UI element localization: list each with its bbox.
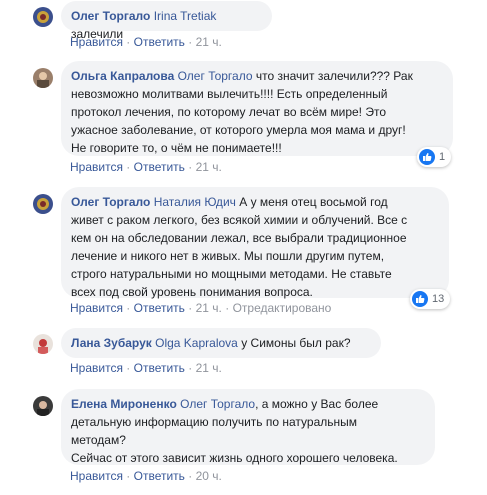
avatar-lana-icon[interactable]	[33, 334, 53, 354]
separator-dot: ·	[126, 160, 131, 174]
comment-time[interactable]: 21 ч.	[196, 160, 222, 174]
comment-line: детальную информацию получить по натурал…	[71, 415, 358, 429]
separator-dot: ·	[126, 35, 131, 49]
comment-actions: Нравится · Ответить · 20 ч.	[70, 469, 222, 483]
comment-time[interactable]: 21 ч.	[196, 361, 222, 375]
comment-bubble: Елена Мироненко Олег Торгало, а можно у …	[61, 389, 435, 465]
like-link[interactable]: Нравится	[70, 469, 123, 483]
avatar-oleg-icon[interactable]	[33, 194, 53, 214]
comment-text: , а можно у Вас более	[255, 397, 379, 411]
comment-actions: Нравится · Ответить · 21 ч.	[70, 35, 222, 49]
comment-line: лечение и никого нет в живых. Мы пошли д…	[71, 249, 385, 263]
comment-bubble: Олег Торгало Irina Tretiak залечили	[61, 1, 272, 41]
comment-mention[interactable]: Наталия Юдич	[154, 195, 236, 209]
reply-link[interactable]: Ответить	[134, 361, 185, 375]
like-link[interactable]: Нравится	[70, 160, 123, 174]
avatar-olga-icon[interactable]	[33, 68, 53, 88]
reply-link[interactable]: Ответить	[134, 301, 185, 315]
comment-actions: Нравится · Ответить · 21 ч.	[70, 160, 222, 174]
avatar-elena-icon[interactable]	[33, 396, 53, 416]
separator-dot: ·	[188, 35, 193, 49]
comment-line: невозможно молитвами вылечить!!!! Есть о…	[71, 87, 388, 101]
comment-line: строго натуральными но мощными методами.…	[71, 267, 392, 281]
edited-label[interactable]: Отредактировано	[233, 301, 332, 315]
comment-text: у Симоны был рак?	[241, 336, 351, 350]
comment-line: ужасное заболевание, от которого умерла …	[71, 123, 406, 137]
comment-time[interactable]: 21 ч.	[196, 301, 222, 315]
separator-dot: ·	[126, 469, 131, 483]
separator-dot: ·	[188, 301, 193, 315]
reply-link[interactable]: Ответить	[134, 35, 185, 49]
reaction-count[interactable]: 1	[417, 147, 452, 167]
comment-author[interactable]: Олег Торгало	[71, 9, 150, 23]
separator-dot: ·	[188, 361, 193, 375]
comment-line: Не говорите то, о чём не понимаете!!!	[71, 141, 282, 155]
thumbs-up-icon	[419, 149, 435, 165]
comment-time[interactable]: 20 ч.	[196, 469, 222, 483]
reaction-count[interactable]: 13	[410, 289, 451, 309]
comment-mention[interactable]: Irina Tretiak	[154, 9, 217, 23]
comment-line: кем он на обследовании лежал, все выбрал…	[71, 231, 407, 245]
comment-line: всех под свой уровень понимания вопроса.	[71, 285, 313, 299]
comment-line: Елена Мироненко Олег Торгало, а можно у …	[71, 395, 423, 413]
comment-mention[interactable]: Олег Торгало	[178, 69, 253, 83]
comment-line: живет с раком легкого, без всякой химии …	[71, 213, 408, 227]
like-link[interactable]: Нравится	[70, 361, 123, 375]
comment-time[interactable]: 21 ч.	[196, 35, 222, 49]
separator-dot: ·	[126, 301, 131, 315]
reaction-number: 1	[439, 151, 446, 163]
comment-text: что значит залечили??? Рак	[255, 69, 413, 83]
separator-dot: ·	[126, 361, 131, 375]
reaction-number: 13	[432, 293, 445, 305]
comment-line: Сейчас от этого зависит жизнь одного хор…	[71, 451, 398, 465]
comment-author[interactable]: Лана Зубарук	[71, 336, 152, 350]
comment-line: протокол лечения, по которому лечат во в…	[71, 105, 386, 119]
comment-actions: Нравится · Ответить · 21 ч.	[70, 361, 222, 375]
comment-line: Ольга Капралова Олег Торгало что значит …	[71, 67, 441, 85]
comment-bubble: Ольга Капралова Олег Торгало что значит …	[61, 61, 453, 156]
separator-dot: ·	[188, 469, 193, 483]
comment-mention[interactable]: Олег Торгало	[180, 397, 255, 411]
comment-line: методам?	[71, 433, 126, 447]
comment-author[interactable]: Ольга Капралова	[71, 69, 174, 83]
thumbs-up-icon	[412, 291, 428, 307]
like-link[interactable]: Нравится	[70, 301, 123, 315]
avatar-oleg-icon[interactable]	[33, 7, 53, 27]
comment-actions: Нравится · Ответить · 21 ч. · Отредактир…	[70, 301, 331, 315]
comment-line: Олег Торгало Наталия Юдич А у меня отец …	[71, 193, 437, 211]
comment-bubble: Лана Зубарук Olga Kapralova у Симоны был…	[61, 328, 381, 358]
comment-bubble: Олег Торгало Наталия Юдич А у меня отец …	[61, 187, 449, 299]
comment-mention[interactable]: Olga Kapralova	[155, 336, 238, 350]
separator-dot: ·	[225, 301, 230, 315]
reply-link[interactable]: Ответить	[134, 469, 185, 483]
comment-author[interactable]: Олег Торгало	[71, 195, 150, 209]
comment-author[interactable]: Елена Мироненко	[71, 397, 177, 411]
comment-text: А у меня отец восьмой год	[239, 195, 388, 209]
separator-dot: ·	[188, 160, 193, 174]
reply-link[interactable]: Ответить	[134, 160, 185, 174]
like-link[interactable]: Нравится	[70, 35, 123, 49]
